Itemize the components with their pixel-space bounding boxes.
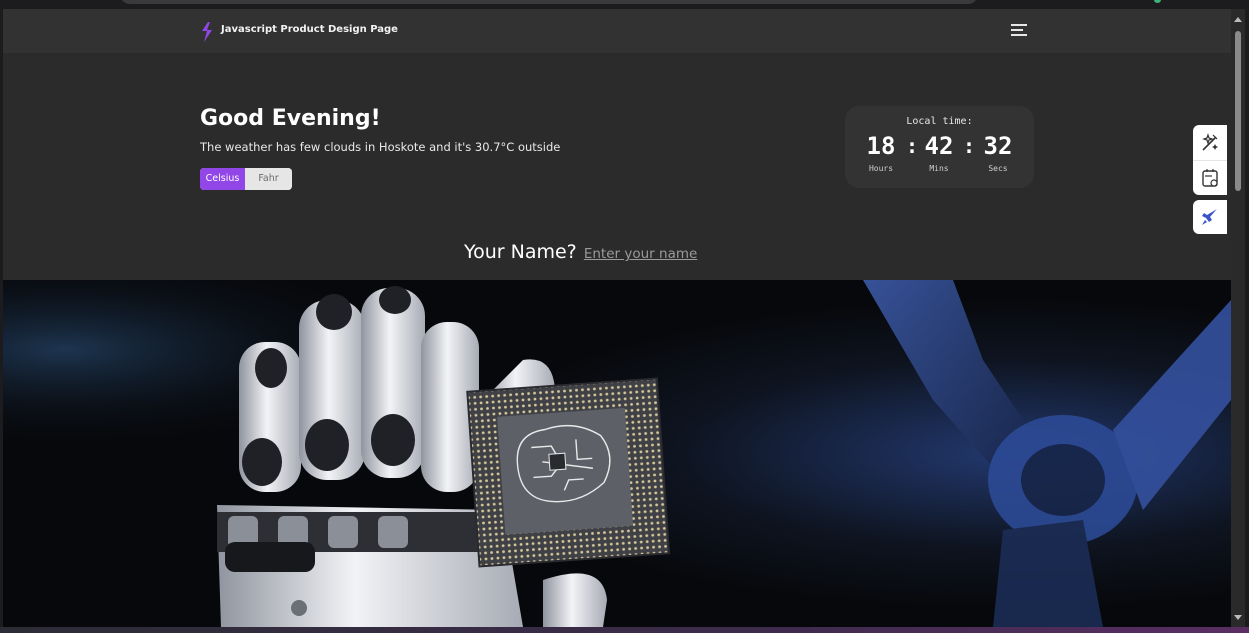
clock-hours-label: Hours [868, 164, 894, 173]
hamburger-menu-icon[interactable] [1011, 22, 1027, 36]
name-prompt: Your Name? Enter your name [464, 241, 697, 263]
magic-wand-tool-button[interactable] [1193, 125, 1227, 160]
browser-tab-strip [120, 0, 978, 4]
settings-panel-icon [1202, 169, 1218, 187]
taskbar-edge [0, 627, 1249, 633]
name-label: Your Name? [464, 241, 577, 263]
navbar: Javascript Product Design Page [3, 9, 1231, 53]
scroll-down-arrow-icon[interactable] [1234, 615, 1242, 620]
robot-hand-chip-image [3, 280, 1231, 627]
rocket-tool-button[interactable] [1193, 200, 1227, 234]
weather-text: The weather has few clouds in Hoskote an… [200, 140, 561, 154]
clock-separator: : [906, 134, 919, 158]
scrollbar[interactable] [1231, 9, 1245, 627]
temperature-unit-toggle: Celsius Fahr [200, 168, 292, 190]
clock-title: Local time: [906, 116, 973, 127]
settings-panel-tool-button[interactable] [1193, 160, 1227, 195]
clock-separator: : [963, 134, 976, 158]
browser-status-dot [1154, 0, 1161, 3]
brand-title[interactable]: Javascript Product Design Page [221, 22, 398, 38]
magic-wand-icon [1202, 133, 1218, 151]
fahrenheit-button[interactable]: Fahr [245, 168, 292, 190]
clock-seconds: 32 [983, 132, 1013, 160]
rocket-icon [1202, 209, 1217, 225]
clock-minutes: 42 [924, 132, 954, 160]
greeting-heading: Good Evening! [200, 106, 381, 131]
page-viewport: Javascript Product Design Page Good Even… [3, 9, 1231, 627]
lightning-logo-icon[interactable] [199, 21, 215, 43]
name-input[interactable]: Enter your name [584, 246, 697, 262]
hero-section: Good Evening! The weather has few clouds… [3, 53, 1231, 280]
clock-hours: 18 [866, 132, 896, 160]
scroll-up-arrow-icon[interactable] [1234, 17, 1242, 22]
celsius-button[interactable]: Celsius [200, 168, 245, 190]
local-time-clock: Local time: 18 : 42 : 32 Hours Mins Secs [845, 106, 1034, 188]
clock-minutes-label: Mins [929, 164, 949, 173]
clock-seconds-label: Secs [988, 164, 1008, 173]
browser-frame: Javascript Product Design Page Good Even… [0, 0, 1249, 633]
scroll-thumb[interactable] [1235, 31, 1241, 191]
